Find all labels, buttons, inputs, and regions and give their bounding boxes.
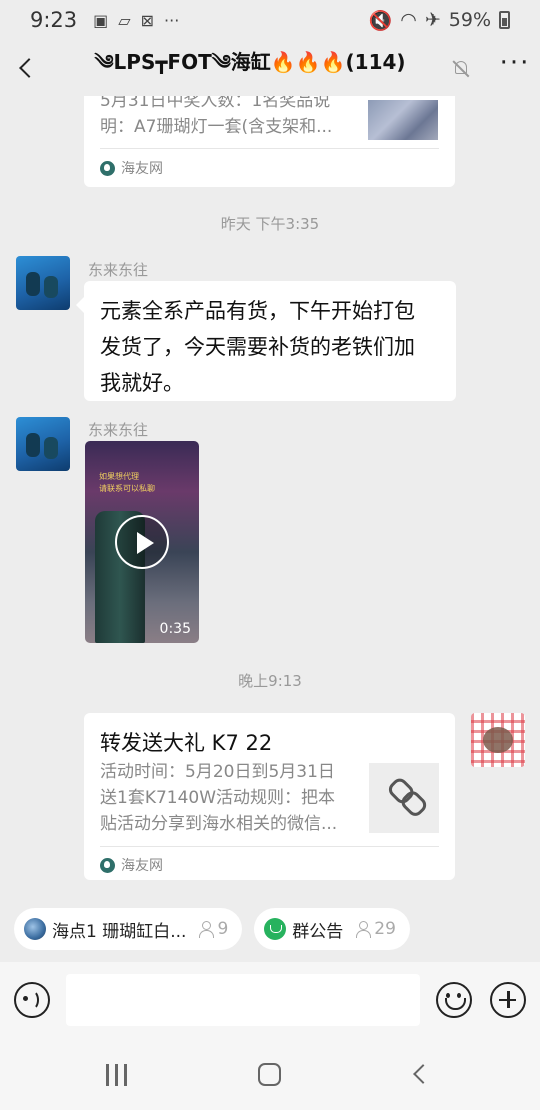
avatar[interactable] — [16, 256, 70, 310]
link-card-title: 转发送大礼 K7 22 — [100, 731, 273, 755]
home-icon[interactable] — [258, 1063, 281, 1086]
source-label: 海友网 — [121, 161, 163, 177]
link-card-desc-3: 贴活动分享到海水相关的微信... — [100, 814, 338, 834]
link-card-desc-1: 活动时间：5月20日到5月31日 — [100, 762, 335, 782]
source-logo-icon — [100, 160, 115, 176]
source-logo-icon — [100, 857, 115, 873]
chip-label: 群公告 — [292, 921, 344, 942]
chip-count: 9 — [198, 919, 228, 939]
chip-coral-tank[interactable]: 海点1 珊瑚缸白... 9 — [14, 908, 243, 950]
group-quick-chips: 海点1 珊瑚缸白... 9 群公告 29 — [0, 896, 540, 962]
source-label: 海友网 — [121, 858, 163, 874]
message-line: 发货了，今天需要补货的老铁们加 — [100, 335, 415, 359]
text-message-bubble[interactable]: 元素全系产品有货，下午开始打包 发货了，今天需要补货的老铁们加 我就好。 — [76, 281, 456, 401]
avatar[interactable] — [16, 417, 70, 471]
video-duration: 0:35 — [159, 621, 191, 637]
prev-link-card[interactable]: 5月31日中奖人数：1名奖品说 明：A7珊瑚灯一套(含支架和... 海友网 — [84, 96, 455, 187]
back-arrow-icon — [19, 58, 39, 78]
more-options-button[interactable]: ··· — [490, 48, 540, 88]
timestamp: 晚上9:13 — [238, 672, 302, 690]
card-divider — [100, 846, 439, 847]
sender-name: 东来东往 — [88, 421, 149, 439]
more-dots-icon: ··· — [164, 10, 180, 30]
battery-icon — [499, 11, 510, 29]
my-avatar[interactable] — [471, 713, 525, 767]
link-icon — [380, 774, 428, 822]
status-time: 9:23 — [30, 8, 78, 32]
chip-count-value: 9 — [217, 919, 229, 939]
chat-header: ༄LPS┳FOT༄海缸🔥🔥🔥(114) ··· — [0, 40, 540, 96]
link-card-desc-2: 送1套K7140W活动规则：把本 — [100, 788, 336, 808]
chip-group-notice[interactable]: 群公告 29 — [254, 908, 410, 950]
system-nav-bar — [0, 1038, 540, 1110]
sender-name: 东来东往 — [88, 261, 149, 279]
video-message[interactable]: 如果想代理 请联系可以私聊 0:35 — [85, 441, 199, 643]
video-overlay-line: 请联系可以私聊 — [99, 484, 155, 493]
link-card-source: 海友网 — [100, 855, 163, 875]
prev-card-desc-1: 5月31日中奖人数：1名奖品说 — [100, 96, 331, 111]
folder-icon: ▱ — [118, 10, 131, 30]
wifi-icon: ◠ — [400, 9, 417, 31]
card-divider — [100, 148, 439, 149]
airplane-icon: ✈ — [424, 9, 441, 31]
prev-card-source: 海友网 — [100, 158, 163, 178]
announcement-icon — [264, 918, 287, 940]
video-overlay-line: 如果想代理 — [99, 472, 139, 481]
image-icon: ▣ — [93, 10, 109, 30]
chip-count-value: 29 — [374, 919, 396, 939]
message-line: 元素全系产品有货，下午开始打包 — [100, 299, 415, 323]
prev-card-thumbnail — [368, 100, 438, 140]
link-card[interactable]: 转发送大礼 K7 22 活动时间：5月20日到5月31日 送1套K7140W活动… — [84, 713, 455, 880]
plus-icon[interactable] — [490, 982, 526, 1018]
chat-title: ༄LPS┳FOT༄海缸🔥🔥🔥(114) — [94, 50, 406, 74]
chip-label: 海点1 珊瑚缸白... — [52, 921, 187, 942]
play-icon[interactable] — [115, 515, 169, 569]
status-bar: 9:23 ▣ ▱ ⊠ ··· 🔇 ◠ ✈ 59% — [0, 0, 540, 40]
timestamp: 昨天 下午3:35 — [220, 215, 320, 233]
prev-card-desc-2: 明：A7珊瑚灯一套(含支架和... — [100, 117, 333, 137]
voice-input-icon[interactable] — [14, 982, 50, 1018]
chip-count: 29 — [355, 919, 396, 939]
system-back-icon[interactable] — [413, 1064, 433, 1084]
person-icon — [198, 921, 215, 938]
emoji-icon[interactable] — [436, 982, 472, 1018]
video-overlay-text: 如果想代理 请联系可以私聊 — [99, 471, 155, 495]
person-icon — [355, 921, 372, 938]
group-avatar-icon — [24, 918, 46, 940]
input-bar — [0, 962, 540, 1038]
message-input[interactable] — [66, 974, 420, 1026]
recent-apps-icon[interactable] — [106, 1064, 130, 1086]
back-button[interactable] — [0, 40, 52, 96]
battery-percent: 59% — [448, 9, 491, 31]
mute-icon: 🔇 — [368, 9, 393, 32]
network-icon: ⊠ — [140, 10, 155, 30]
chat-messages[interactable]: 5月31日中奖人数：1名奖品说 明：A7珊瑚灯一套(含支架和... 海友网 昨天… — [0, 96, 540, 896]
link-thumbnail — [369, 763, 439, 833]
mute-notifications-icon — [452, 59, 470, 77]
message-line: 我就好。 — [100, 371, 184, 395]
system-icons: 🔇 ◠ ✈ 59% — [369, 9, 510, 32]
notification-icons: ▣ ▱ ⊠ ··· — [93, 11, 179, 30]
